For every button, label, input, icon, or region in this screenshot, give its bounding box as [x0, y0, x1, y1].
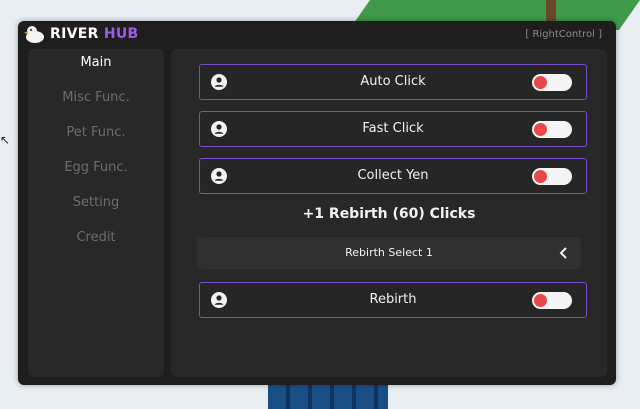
logo-icon [24, 26, 44, 43]
title-bar[interactable]: RIVER HUB [ RightControl ] [18, 21, 616, 47]
rebirth-label: Rebirth [369, 292, 417, 307]
toggle-knob [534, 123, 547, 136]
sidebar-item-main[interactable]: Main [28, 51, 164, 86]
auto-click-row[interactable]: Auto Click [199, 64, 587, 100]
title-accent: HUB [103, 26, 139, 42]
rebirth-row[interactable]: Rebirth [199, 282, 587, 318]
toggle-knob [534, 170, 547, 183]
rebirth-select-label: Rebirth Select 1 [345, 246, 433, 259]
sidebar-item-pet-func[interactable]: Pet Func. [28, 121, 164, 156]
rebirth-select-dropdown[interactable]: Rebirth Select 1 [197, 237, 581, 269]
chevron-left-icon [559, 247, 567, 259]
auto-click-toggle[interactable] [532, 74, 572, 91]
auto-click-label: Auto Click [360, 74, 426, 89]
sidebar-item-egg-func[interactable]: Egg Func. [28, 156, 164, 191]
background-tree-trunk [546, 0, 556, 22]
main-content-panel: Auto Click Fast Click Collect Yen +1 Reb… [171, 49, 607, 377]
toggle-keybind-label: [ RightControl ] [525, 29, 602, 40]
sidebar-item-setting[interactable]: Setting [28, 191, 164, 226]
rebirth-info-label: +1 Rebirth (60) Clicks [302, 206, 476, 222]
sidebar-item-misc-func[interactable]: Misc Func. [28, 86, 164, 121]
collect-yen-label: Collect Yen [357, 168, 429, 183]
fast-click-toggle[interactable] [532, 121, 572, 138]
toggle-knob [534, 294, 547, 307]
fast-click-label: Fast Click [362, 121, 424, 136]
fast-click-row[interactable]: Fast Click [199, 111, 587, 147]
rebirth-toggle[interactable] [532, 292, 572, 309]
sidebar-item-credit[interactable]: Credit [28, 226, 164, 261]
mouse-cursor-icon: ↖ [0, 133, 11, 147]
window-title: RIVER HUB [50, 26, 139, 42]
title-primary: RIVER [50, 26, 99, 42]
sidebar: Main Misc Func. Pet Func. Egg Func. Sett… [28, 49, 164, 377]
toggle-knob [534, 76, 547, 89]
river-hub-window: RIVER HUB [ RightControl ] Main Misc Fun… [18, 21, 616, 385]
collect-yen-toggle[interactable] [532, 168, 572, 185]
collect-yen-row[interactable]: Collect Yen [199, 158, 587, 194]
